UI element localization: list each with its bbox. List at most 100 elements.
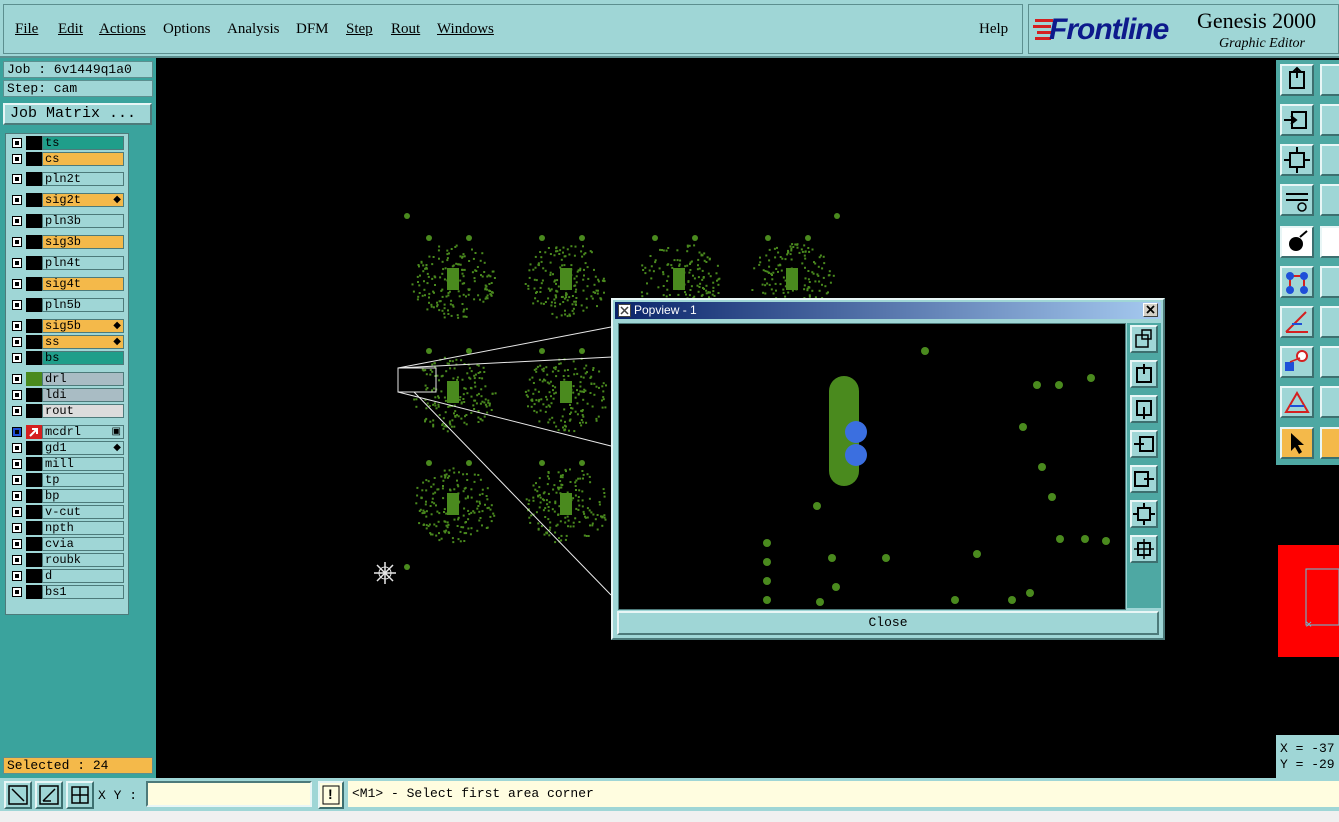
net-tool-button[interactable] — [1280, 266, 1314, 298]
layer-color-swatch[interactable] — [26, 489, 42, 503]
popview-canvas[interactable] — [618, 323, 1126, 610]
layer-row[interactable]: d — [8, 569, 126, 583]
layer-checkbox[interactable] — [12, 138, 22, 148]
layer-row[interactable]: bs1 — [8, 585, 126, 599]
layer-checkbox[interactable] — [12, 154, 22, 164]
layer-checkbox[interactable] — [12, 539, 22, 549]
layer-checkbox[interactable] — [12, 300, 22, 310]
layer-row[interactable]: ts — [8, 136, 126, 150]
pad-add-button[interactable] — [1280, 346, 1314, 378]
layer-row[interactable]: pln5b — [8, 298, 126, 312]
layer-checkbox[interactable] — [12, 216, 22, 226]
menu-edit[interactable]: Edit — [58, 21, 83, 38]
layer-color-swatch[interactable] — [26, 372, 42, 386]
layer-row[interactable]: cvia — [8, 537, 126, 551]
layer-color-swatch[interactable] — [26, 152, 42, 166]
menu-file[interactable]: File — [15, 21, 38, 38]
layer-checkbox[interactable] — [12, 279, 22, 289]
layer-color-swatch[interactable] — [26, 521, 42, 535]
layer-color-swatch[interactable] — [26, 441, 42, 455]
zoom-home-button[interactable] — [1280, 64, 1314, 96]
menu-step[interactable]: Step — [346, 21, 373, 38]
layer-checkbox[interactable] — [12, 555, 22, 565]
layer-checkbox[interactable] — [12, 258, 22, 268]
layer-color-swatch[interactable] — [26, 298, 42, 312]
menu-dfm[interactable]: DFM — [296, 21, 329, 38]
layer-row[interactable]: pln2t — [8, 172, 126, 186]
layer-color-swatch[interactable] — [26, 425, 42, 439]
layer-checkbox[interactable] — [12, 337, 22, 347]
angle-tool-button[interactable] — [1280, 306, 1314, 338]
zoom-in-button[interactable] — [1280, 104, 1314, 136]
layer-checkbox[interactable] — [12, 491, 22, 501]
layer-checkbox[interactable] — [12, 353, 22, 363]
layer-row[interactable]: sig5b ◆ — [8, 319, 126, 333]
popview-close-button[interactable]: Close — [617, 611, 1159, 635]
layer-checkbox[interactable] — [12, 507, 22, 517]
layer-color-swatch[interactable] — [26, 585, 42, 599]
layer-checkbox[interactable] — [12, 237, 22, 247]
line-tool-button[interactable] — [1320, 226, 1339, 258]
layer-checkbox[interactable] — [12, 587, 22, 597]
layer-color-swatch[interactable] — [26, 569, 42, 583]
layer-color-swatch[interactable] — [26, 537, 42, 551]
snap-settings-button[interactable] — [1280, 184, 1314, 216]
pan-button[interactable] — [1320, 144, 1339, 176]
cross-tool-button[interactable] — [1320, 266, 1339, 298]
layer-color-swatch[interactable] — [26, 172, 42, 186]
measure-tool-button[interactable] — [35, 781, 63, 809]
layer-row[interactable]: sig4t — [8, 277, 126, 291]
layer-row[interactable]: npth — [8, 521, 126, 535]
layer-color-swatch[interactable] — [26, 193, 42, 207]
layer-row[interactable]: drl — [8, 372, 126, 386]
layer-row[interactable]: bp — [8, 489, 126, 503]
popview-pan-left-button[interactable] — [1130, 430, 1158, 458]
menu-rout[interactable]: Rout — [391, 21, 420, 38]
popview-pan-right-button[interactable] — [1130, 465, 1158, 493]
overview-panel[interactable]: × — [1276, 465, 1339, 735]
layer-color-swatch[interactable] — [26, 473, 42, 487]
layer-row[interactable]: pln3b — [8, 214, 126, 228]
popview-fit-button[interactable] — [1130, 500, 1158, 528]
select-pad-button[interactable] — [1280, 226, 1314, 258]
menu-windows[interactable]: Windows — [437, 21, 494, 38]
job-matrix-button[interactable]: Job Matrix ... — [3, 103, 152, 125]
grid-button[interactable] — [1320, 184, 1339, 216]
layer-checkbox[interactable] — [12, 374, 22, 384]
triangle-tool-button[interactable] — [1280, 386, 1314, 418]
popview-zoom-out-button[interactable] — [1130, 395, 1158, 423]
layer-color-swatch[interactable] — [26, 553, 42, 567]
popview-center-button[interactable] — [1130, 535, 1158, 563]
angle-measure-button[interactable] — [1320, 386, 1339, 418]
layer-color-swatch[interactable] — [26, 335, 42, 349]
layer-row[interactable]: bs — [8, 351, 126, 365]
layer-checkbox[interactable] — [12, 443, 22, 453]
layer-row[interactable]: ss ◆ — [8, 335, 126, 349]
layer-color-swatch[interactable] — [26, 319, 42, 333]
layer-checkbox[interactable] — [12, 174, 22, 184]
layer-checkbox[interactable] — [12, 406, 22, 416]
layer-checkbox[interactable] — [12, 571, 22, 581]
xy-input[interactable] — [146, 781, 312, 807]
layer-checkbox[interactable] — [12, 427, 22, 437]
menu-options[interactable]: Options — [163, 21, 211, 38]
area-select-button[interactable] — [1320, 427, 1339, 459]
layer-color-swatch[interactable] — [26, 214, 42, 228]
zoom-area-button[interactable] — [4, 781, 32, 809]
layer-row[interactable]: roubk — [8, 553, 126, 567]
layer-color-swatch[interactable] — [26, 256, 42, 270]
layer-row[interactable]: pln4t — [8, 256, 126, 270]
alert-button[interactable]: ! — [318, 781, 344, 809]
layer-color-swatch[interactable] — [26, 404, 42, 418]
layer-row[interactable]: ldi — [8, 388, 126, 402]
pointer-button[interactable] — [1280, 427, 1314, 459]
layer-row[interactable]: mill — [8, 457, 126, 471]
layer-row[interactable]: tp — [8, 473, 126, 487]
fit-button[interactable] — [1280, 144, 1314, 176]
layer-color-swatch[interactable] — [26, 457, 42, 471]
layer-row[interactable]: sig3b — [8, 235, 126, 249]
layer-row[interactable]: mcdrl ▣ — [8, 425, 126, 439]
zoom-out-button[interactable] — [1320, 104, 1339, 136]
grid-snap-button[interactable] — [66, 781, 94, 809]
popview-zoom-home-button[interactable] — [1130, 325, 1158, 353]
